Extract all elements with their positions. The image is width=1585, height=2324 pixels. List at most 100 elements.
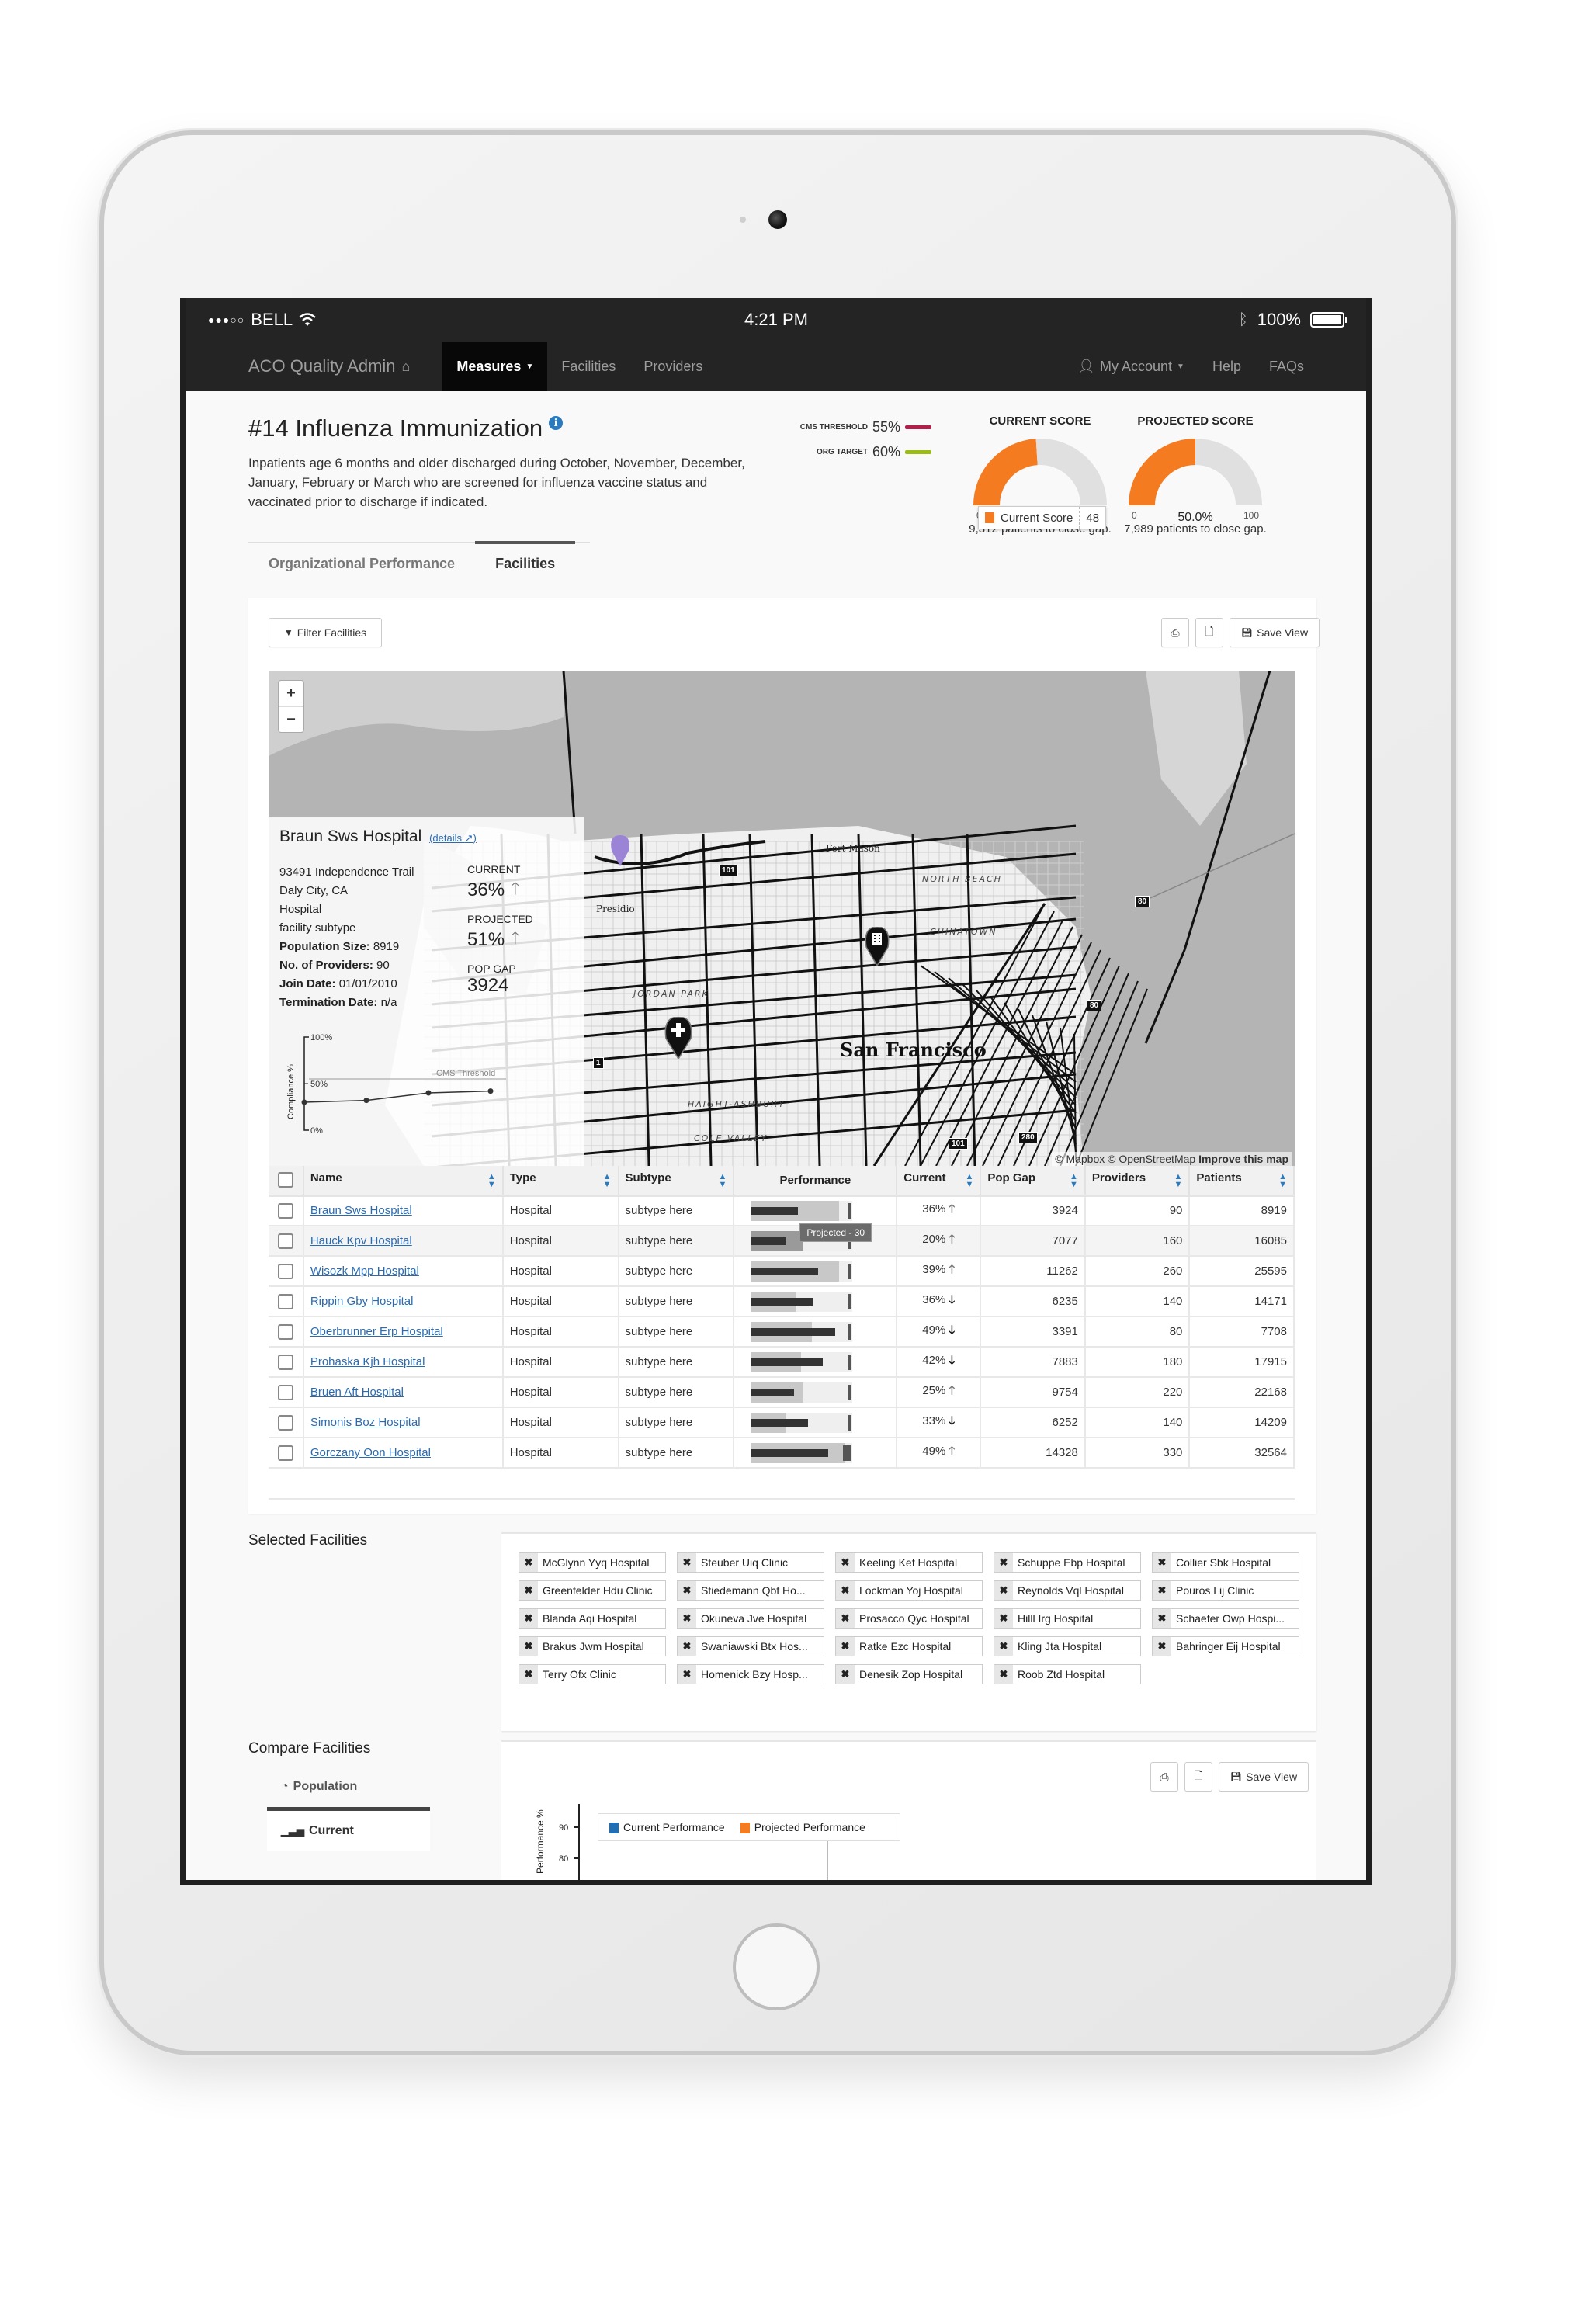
remove-chip-icon[interactable]: ✖ <box>678 1581 696 1600</box>
facility-map[interactable]: + − Fort Mason Presidio NORTH BEACH CHIN… <box>269 671 1295 1166</box>
remove-chip-icon[interactable]: ✖ <box>519 1581 538 1600</box>
row-checkbox[interactable] <box>277 1263 293 1279</box>
brand-link[interactable]: ACO Quality Admin ⌂ <box>248 342 410 391</box>
remove-chip-icon[interactable]: ✖ <box>836 1553 855 1572</box>
table-row[interactable]: Oberbrunner Erp Hospital Hospital subtyp… <box>269 1316 1295 1348</box>
facility-link[interactable]: Rippin Gby Hospital <box>310 1295 414 1308</box>
zoom-out-button[interactable]: − <box>279 706 303 732</box>
save-view-button[interactable]: 💾︎ Save View <box>1219 1762 1309 1792</box>
tab-facilities[interactable]: Facilities <box>475 541 576 572</box>
col-current[interactable]: Current ▲ ▼ <box>897 1166 982 1197</box>
export-button[interactable]: 🗋︎ <box>1195 618 1223 647</box>
remove-chip-icon[interactable]: ✖ <box>836 1609 855 1628</box>
legend-projected[interactable]: Projected Performance <box>740 1821 865 1834</box>
remove-chip-icon[interactable]: ✖ <box>836 1665 855 1684</box>
remove-chip-icon[interactable]: ✖ <box>519 1553 538 1572</box>
row-checkbox[interactable] <box>277 1323 293 1340</box>
remove-chip-icon[interactable]: ✖ <box>1153 1637 1171 1656</box>
hospital-pin-icon[interactable] <box>663 1017 694 1059</box>
sort-icon[interactable]: ▲ ▼ <box>965 1173 973 1189</box>
row-checkbox[interactable] <box>277 1414 293 1431</box>
performance-bullet[interactable] <box>751 1321 853 1342</box>
sort-icon[interactable]: ▲ ▼ <box>718 1173 727 1189</box>
performance-bullet[interactable] <box>751 1351 853 1372</box>
table-row[interactable]: Simonis Boz Hospital Hospital subtype he… <box>269 1407 1295 1438</box>
col-type[interactable]: Type ▲ ▼ <box>502 1166 619 1197</box>
performance-bullet[interactable] <box>751 1200 853 1221</box>
row-checkbox[interactable] <box>277 1202 293 1219</box>
nav-my-account[interactable]: 👤︎ My Account ▼ <box>1063 342 1198 391</box>
facility-link[interactable]: Oberbrunner Erp Hospital <box>310 1325 443 1338</box>
tab-organizational-performance[interactable]: Organizational Performance <box>248 543 475 572</box>
nav-providers[interactable]: Providers <box>629 342 716 391</box>
save-view-button[interactable]: 💾︎ Save View <box>1230 618 1320 647</box>
projected-score-arc[interactable] <box>1125 434 1265 508</box>
table-row[interactable]: Hauck Kpv Hospital Hospital subtype here… <box>269 1223 1295 1257</box>
performance-bullet[interactable] <box>751 1412 853 1433</box>
remove-chip-icon[interactable]: ✖ <box>836 1581 855 1600</box>
side-tab-population[interactable]: ◔ Population <box>267 1765 430 1809</box>
remove-chip-icon[interactable]: ✖ <box>994 1581 1013 1600</box>
nav-help[interactable]: Help <box>1198 342 1255 391</box>
print-button[interactable]: ⎙ <box>1161 618 1189 647</box>
sort-icon[interactable]: ▲ ▼ <box>1278 1173 1287 1189</box>
home-button[interactable] <box>733 1923 820 2010</box>
remove-chip-icon[interactable]: ✖ <box>1153 1581 1171 1600</box>
print-button[interactable]: ⎙ <box>1150 1762 1178 1792</box>
facility-link[interactable]: Wisozk Mpp Hospital <box>310 1264 419 1278</box>
current-score-arc[interactable] <box>970 434 1110 508</box>
remove-chip-icon[interactable]: ✖ <box>678 1609 696 1628</box>
remove-chip-icon[interactable]: ✖ <box>519 1665 538 1684</box>
zoom-in-button[interactable]: + <box>279 681 303 706</box>
side-tab-current[interactable]: ▁▃▅ Current <box>267 1807 430 1851</box>
col-patients[interactable]: Patients ▲ ▼ <box>1189 1166 1295 1197</box>
performance-bullet[interactable] <box>751 1291 853 1312</box>
remove-chip-icon[interactable]: ✖ <box>519 1609 538 1628</box>
remove-chip-icon[interactable]: ✖ <box>1153 1553 1171 1572</box>
facility-link[interactable]: Gorczany Oon Hospital <box>310 1446 431 1459</box>
facility-link[interactable]: Bruen Aft Hospital <box>310 1386 404 1399</box>
facility-link[interactable]: Braun Sws Hospital <box>310 1204 412 1217</box>
row-checkbox[interactable] <box>277 1354 293 1370</box>
map-pin-selected[interactable] <box>609 835 632 866</box>
facility-link[interactable]: Hauck Kpv Hospital <box>310 1234 412 1247</box>
remove-chip-icon[interactable]: ✖ <box>836 1637 855 1656</box>
col-pop-gap[interactable]: Pop Gap ▲ ▼ <box>980 1166 1086 1197</box>
table-row[interactable]: Rippin Gby Hospital Hospital subtype her… <box>269 1286 1295 1317</box>
remove-chip-icon[interactable]: ✖ <box>994 1665 1013 1684</box>
filter-facilities-button[interactable]: ▼ Filter Facilities <box>269 618 382 647</box>
facility-link[interactable]: Prohaska Kjh Hospital <box>310 1355 425 1368</box>
details-link[interactable]: (details ↗) <box>429 832 477 844</box>
table-row[interactable]: Wisozk Mpp Hospital Hospital subtype her… <box>269 1256 1295 1287</box>
remove-chip-icon[interactable]: ✖ <box>994 1609 1013 1628</box>
row-checkbox[interactable] <box>277 1293 293 1309</box>
row-checkbox[interactable] <box>277 1233 293 1249</box>
building-pin-icon[interactable] <box>863 927 891 966</box>
col-providers[interactable]: Providers ▲ ▼ <box>1084 1166 1191 1197</box>
performance-bullet[interactable] <box>751 1382 853 1403</box>
performance-bullet[interactable] <box>751 1442 853 1463</box>
improve-map-link[interactable]: Improve this map <box>1198 1153 1288 1165</box>
performance-bullet[interactable] <box>751 1261 853 1282</box>
row-checkbox[interactable] <box>277 1384 293 1400</box>
sort-icon[interactable]: ▲ ▼ <box>487 1173 496 1189</box>
remove-chip-icon[interactable]: ✖ <box>678 1553 696 1572</box>
table-row[interactable]: Braun Sws Hospital Hospital subtype here… <box>269 1195 1295 1226</box>
remove-chip-icon[interactable]: ✖ <box>1153 1609 1171 1628</box>
select-all-checkbox[interactable] <box>277 1172 293 1188</box>
sort-icon[interactable]: ▲ ▼ <box>603 1173 612 1189</box>
table-row[interactable]: Prohaska Kjh Hospital Hospital subtype h… <box>269 1347 1295 1378</box>
sort-icon[interactable]: ▲ ▼ <box>1174 1173 1183 1189</box>
facility-link[interactable]: Simonis Boz Hospital <box>310 1416 421 1429</box>
col-name[interactable]: Name ▲ ▼ <box>303 1166 504 1197</box>
nav-facilities[interactable]: Facilities <box>547 342 629 391</box>
export-button[interactable]: 🗋︎ <box>1184 1762 1212 1792</box>
nav-faqs[interactable]: FAQs <box>1255 342 1318 391</box>
info-icon[interactable]: i <box>549 416 564 430</box>
remove-chip-icon[interactable]: ✖ <box>994 1637 1013 1656</box>
legend-current[interactable]: Current Performance <box>609 1821 725 1834</box>
col-subtype[interactable]: Subtype ▲ ▼ <box>618 1166 735 1197</box>
remove-chip-icon[interactable]: ✖ <box>519 1637 538 1656</box>
nav-measures[interactable]: Measures ▼ <box>442 342 548 391</box>
remove-chip-icon[interactable]: ✖ <box>678 1665 696 1684</box>
